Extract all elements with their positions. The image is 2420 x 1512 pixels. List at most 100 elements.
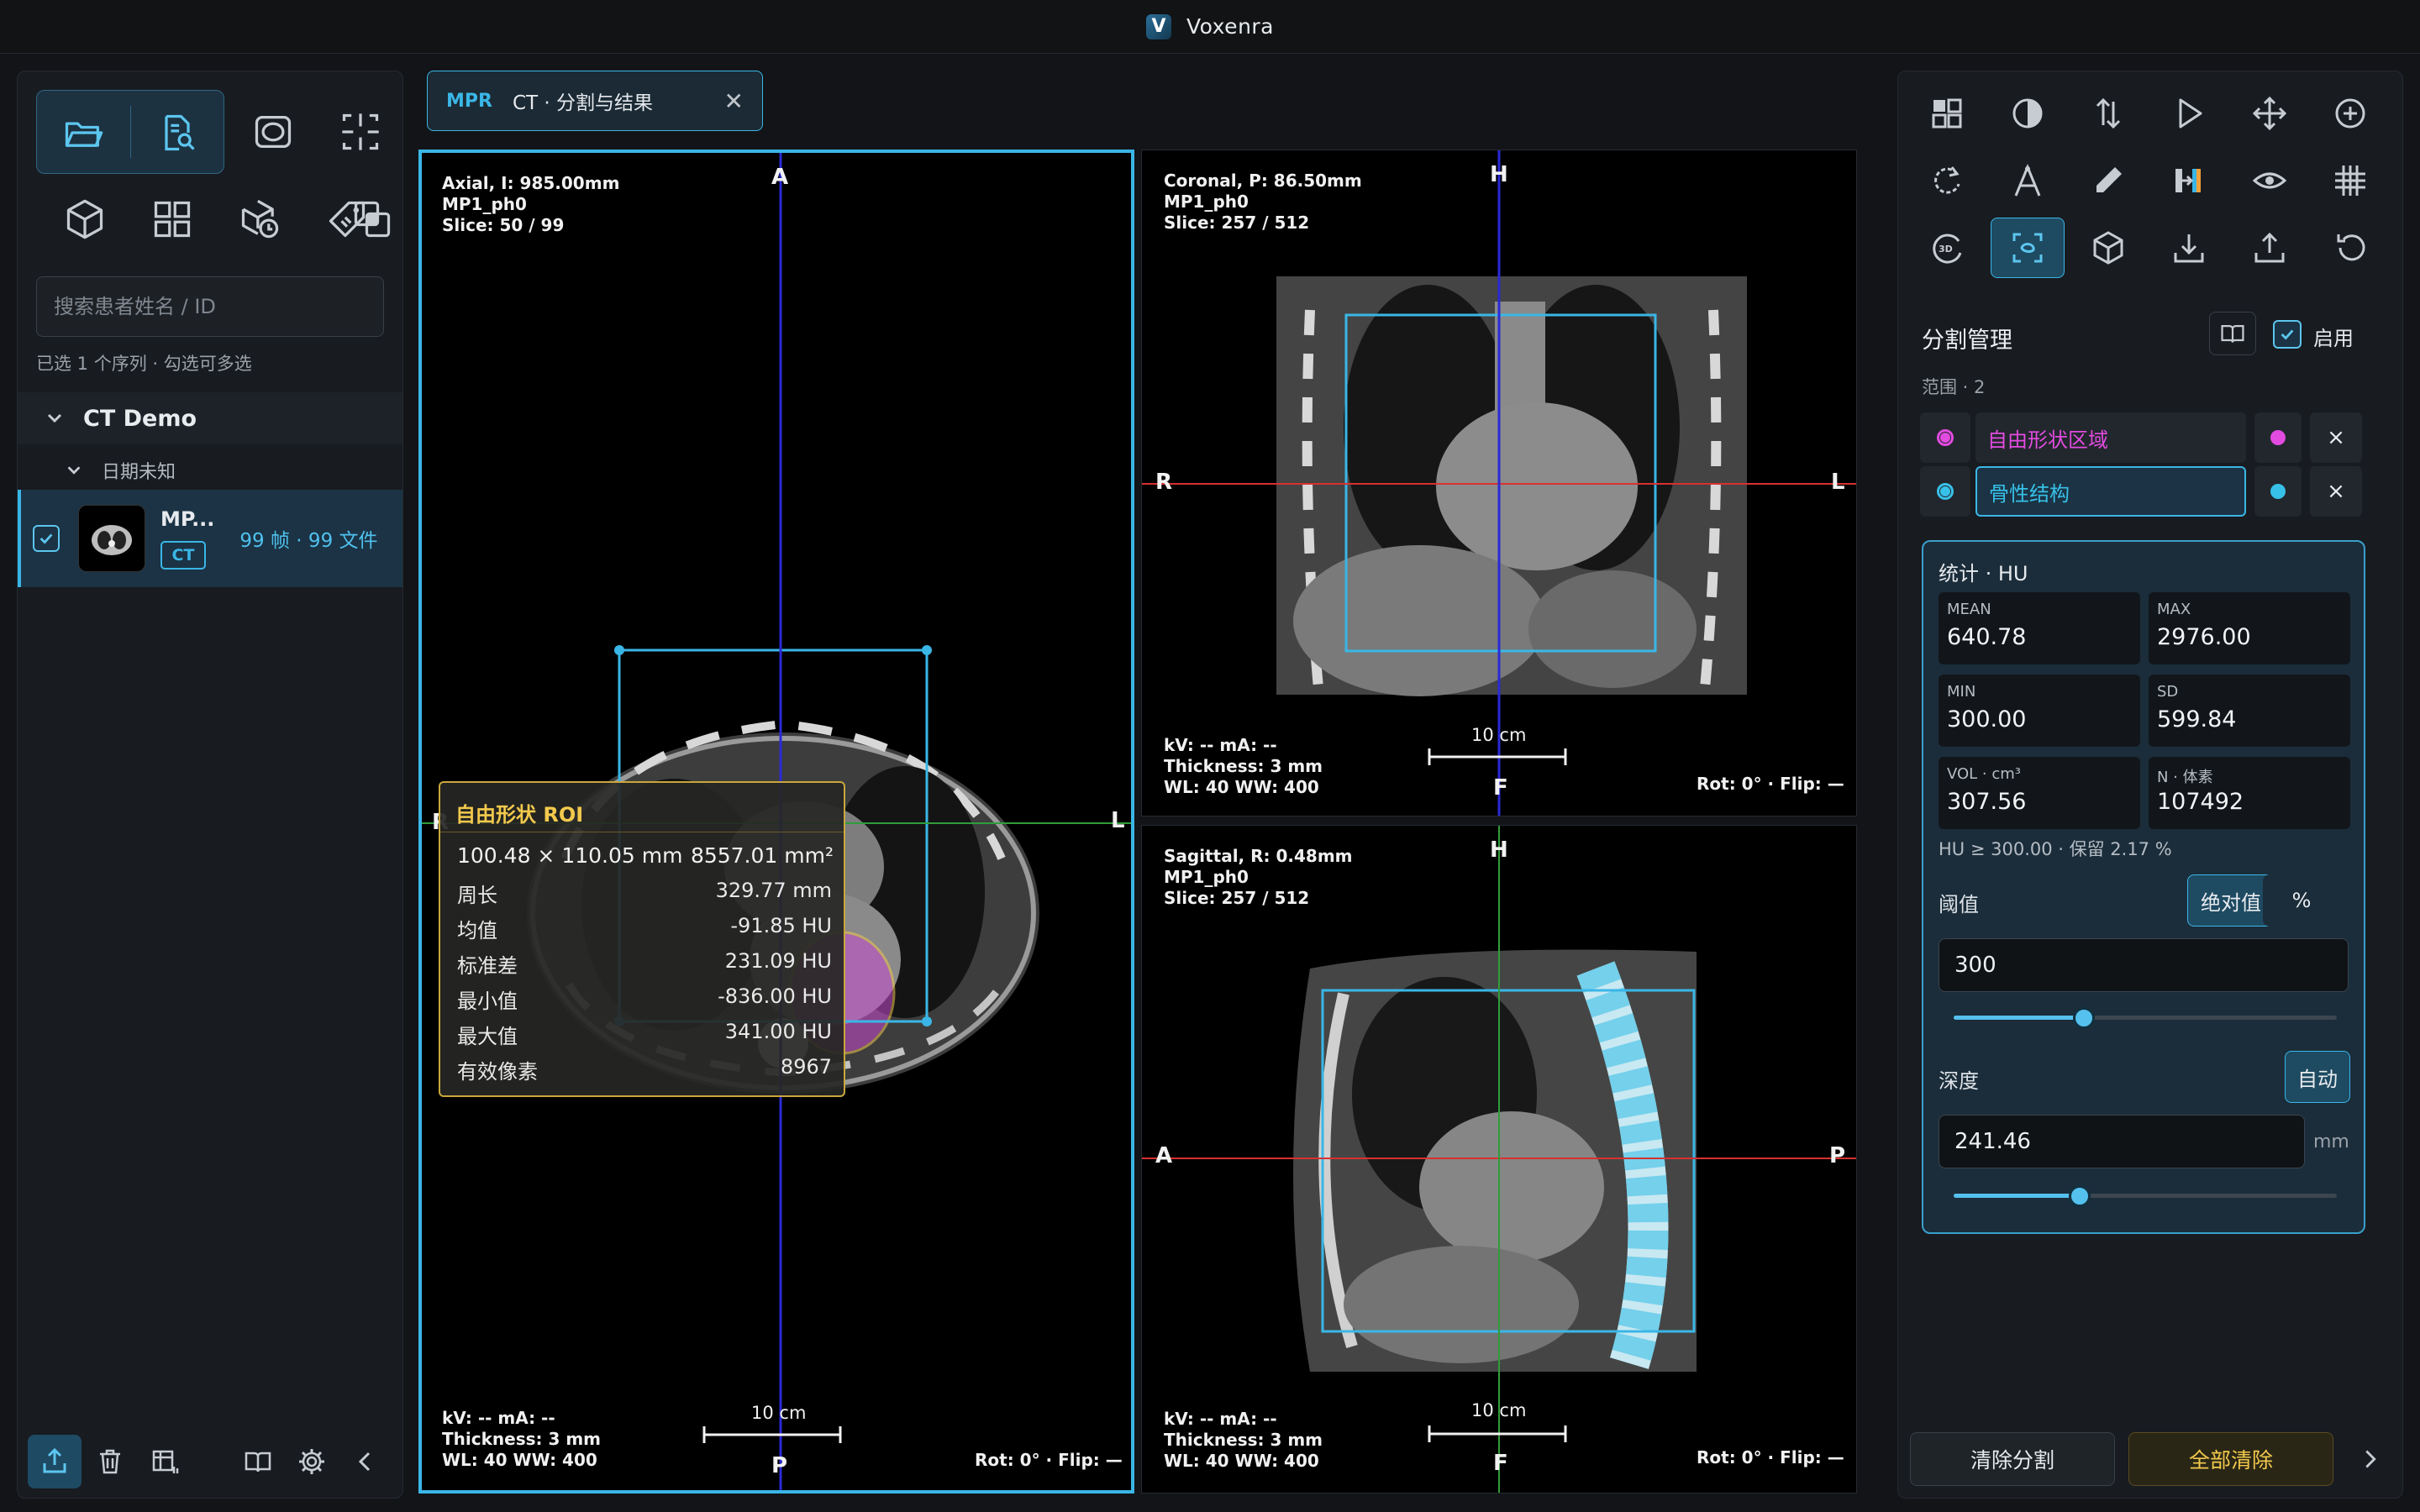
upload-icon (43, 1447, 66, 1473)
series-item[interactable]: MP... CT 99 帧 · 99 文件 (18, 490, 402, 587)
visibility-button[interactable] (2233, 150, 2307, 211)
window-level-button[interactable] (1991, 83, 2065, 144)
segment-item[interactable]: 自由形状区域 × (1920, 412, 2387, 463)
threshold-input[interactable] (1939, 938, 2349, 992)
trash-icon (100, 1449, 120, 1474)
roi-row: 最小值 -836.00 HU (457, 984, 832, 1013)
tab-mode: MPR (446, 90, 492, 112)
grid-overlay-button[interactable] (2313, 150, 2387, 211)
settings-button[interactable] (285, 1435, 339, 1488)
segmentation-enable-checkbox[interactable] (2273, 320, 2302, 349)
share-button[interactable] (2233, 218, 2307, 278)
depth-slider[interactable] (1954, 1185, 2337, 1207)
segment-item[interactable]: 骨性结构 × (1920, 466, 2387, 517)
clear-segmentation-button[interactable]: 清除分割 (1910, 1432, 2115, 1486)
stat-sd: SD 599.84 (2149, 675, 2350, 747)
orient-right: L (1831, 470, 1845, 495)
modality-badge: CT (160, 541, 206, 570)
segment-color-button[interactable] (2254, 412, 2302, 463)
threshold-slider[interactable] (1954, 1007, 2337, 1029)
draw-button[interactable] (2071, 150, 2145, 211)
orient-top: H (1490, 162, 1508, 187)
angle-button[interactable] (1991, 150, 2065, 211)
book-icon (2221, 325, 2244, 343)
chevron-down-icon (47, 413, 62, 423)
axial-rotation: Rot: 0° · Flip: — (975, 1450, 1123, 1470)
reset-icon (2337, 234, 2365, 261)
overlay-button[interactable] (330, 177, 414, 261)
play-button[interactable] (2152, 83, 2226, 144)
3d-box-button[interactable] (43, 177, 127, 261)
axial-bottom-info: kV: -- mA: -- Thickness: 3 mm WL: 40 WW: 4… (442, 1408, 602, 1470)
segment-delete-button[interactable]: × (2310, 412, 2362, 463)
series-meta: MP... CT (160, 507, 214, 570)
pan-button[interactable] (2233, 83, 2307, 144)
segmentation-tool-button[interactable] (1991, 218, 2065, 278)
colormap-button[interactable] (2152, 150, 2226, 211)
roi-row: 最大值 341.00 HU (457, 1020, 832, 1048)
clear-all-button[interactable]: 全部清除 (2128, 1432, 2333, 1486)
depth-input[interactable] (1939, 1115, 2305, 1168)
3d-rotate-button[interactable]: 3D (1910, 218, 1984, 278)
slider-knob[interactable] (2073, 1007, 2096, 1029)
stat-max: MAX 2976.00 (2149, 592, 2350, 664)
open-folder-button[interactable] (37, 91, 130, 175)
segment-visibility-radio[interactable] (1920, 412, 1970, 463)
stat-mean: MEAN 640.78 (1939, 592, 2140, 664)
tree-node-patient[interactable]: CT Demo (18, 392, 402, 444)
grid-layout-button[interactable] (130, 177, 214, 261)
segment-name[interactable]: 骨性结构 (1975, 466, 2246, 517)
crosshair-icon (342, 113, 379, 150)
export-button[interactable] (28, 1435, 82, 1488)
scroll-slices-button[interactable] (2071, 83, 2145, 144)
tree-node-study[interactable]: 日期未知 (18, 448, 402, 493)
volume-render-button[interactable] (2071, 218, 2145, 278)
series-list-icon (152, 1450, 179, 1473)
rotate-button[interactable] (1910, 150, 1984, 211)
segment-visibility-radio[interactable] (1920, 466, 1970, 517)
cube-clock-icon (241, 199, 279, 239)
depth-auto-button[interactable]: 自动 (2285, 1051, 2350, 1103)
segment-color-button[interactable] (2254, 466, 2302, 517)
segment-delete-button[interactable]: × (2310, 466, 2362, 517)
layers-icon (354, 201, 391, 238)
slider-knob[interactable] (2069, 1185, 2091, 1207)
segmentation-docs-button[interactable] (2209, 312, 2256, 355)
segment-name[interactable]: 自由形状区域 (1975, 412, 2246, 463)
delete-button[interactable] (83, 1435, 137, 1488)
download-button[interactable] (2152, 218, 2226, 278)
ct-thumbnail-icon (92, 525, 132, 555)
threshold-absolute-toggle[interactable]: 绝对值 (2187, 874, 2275, 927)
patient-search-input[interactable] (36, 276, 384, 337)
layout-button[interactable] (1910, 83, 1984, 144)
selection-info: 已选 1 个序列 · 勾选可多选 (36, 354, 252, 374)
tab-close-icon[interactable]: ✕ (724, 87, 744, 115)
viewport-coronal[interactable]: Coronal, P: 86.50mm MP1_ph0 Slice: 257 / 5… (1141, 150, 1857, 816)
zoom-button[interactable] (2313, 83, 2387, 144)
series-checkbox[interactable] (33, 525, 60, 552)
roi-info-popup: 自由形状 ROI 100.48 × 110.05 mm 8557.01 mm² … (439, 781, 845, 1097)
axial-scale-label: 10 cm (751, 1403, 807, 1423)
series-manage-button[interactable] (139, 1435, 192, 1488)
svg-text:3D: 3D (1939, 244, 1953, 255)
tab-mpr[interactable]: MPR CT · 分割与结果 ✕ (427, 71, 763, 131)
reset-button[interactable] (2313, 218, 2387, 278)
collapse-sidebar-button[interactable] (339, 1435, 392, 1488)
sagittal-ct-image (1142, 826, 1856, 1493)
orient-right: L (1111, 808, 1125, 833)
expand-panel-button[interactable] (2352, 1441, 2389, 1478)
crosshair-button[interactable] (318, 90, 402, 174)
search-files-button[interactable] (130, 91, 224, 175)
color-swatch-icon (2270, 484, 2286, 499)
roi-size: 100.48 × 110.05 mm (457, 843, 683, 868)
cube-history-button[interactable] (218, 177, 302, 261)
threshold-percent-toggle[interactable]: % (2263, 874, 2340, 927)
docs-button[interactable] (231, 1435, 285, 1488)
pencil-icon (2096, 167, 2122, 192)
zoom-in-icon (2335, 98, 2365, 129)
roi-shape-button[interactable] (231, 90, 315, 174)
coronal-ct-image (1142, 150, 1856, 816)
rotate-icon (1934, 166, 1960, 194)
orient-bottom: F (1493, 1451, 1508, 1476)
viewport-sagittal[interactable]: Sagittal, R: 0.48mm MP1_ph0 Slice: 257 / 5… (1141, 825, 1857, 1494)
